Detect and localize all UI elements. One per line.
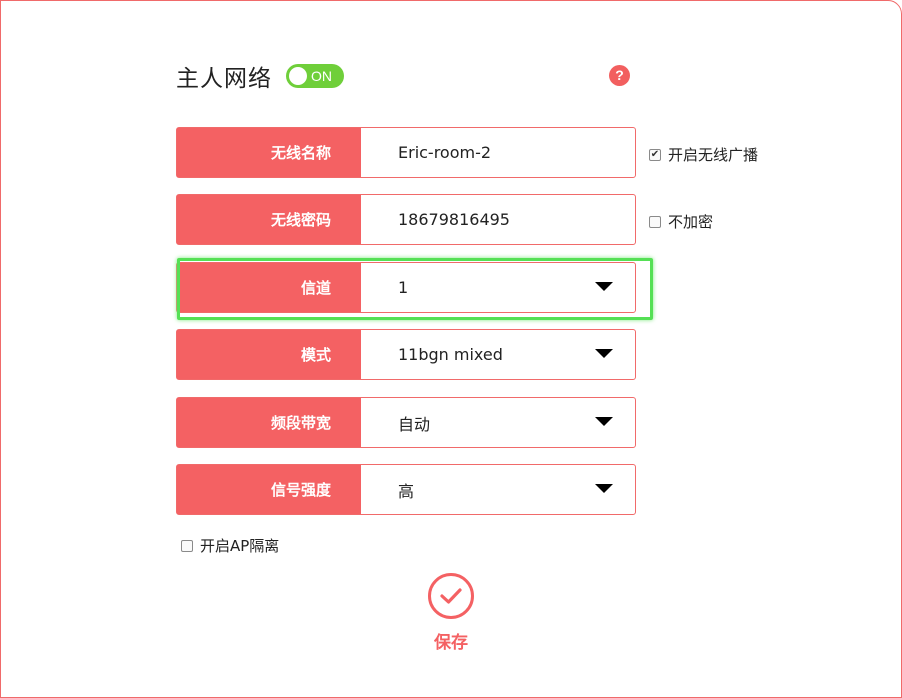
ap-isolation-checkbox[interactable]	[181, 539, 193, 552]
toggle-label: ON	[311, 68, 332, 84]
no-encrypt-checkbox[interactable]	[649, 215, 661, 228]
wireless-settings-panel: 主人网络 ON ? 无线名称 Eric-room-2 开启无线广播 无线密码 1…	[0, 0, 902, 698]
signal-strength-value: 高	[398, 481, 415, 501]
no-encrypt-option[interactable]: 不加密	[649, 211, 713, 232]
mode-select[interactable]: 11bgn mixed	[361, 330, 635, 379]
mode-label: 模式	[177, 330, 361, 379]
ssid-label: 无线名称	[177, 128, 361, 177]
channel-highlight-box	[177, 258, 653, 320]
bandwidth-row: 频段带宽 自动	[176, 397, 636, 448]
caret-down-icon	[595, 417, 613, 426]
page-title: 主人网络	[176, 66, 272, 92]
page-header: 主人网络 ON	[176, 59, 344, 93]
password-label: 无线密码	[177, 195, 361, 244]
broadcast-option[interactable]: 开启无线广播	[649, 144, 758, 165]
bandwidth-value: 自动	[398, 414, 431, 434]
caret-down-icon	[595, 349, 613, 358]
caret-down-icon	[595, 484, 613, 493]
password-input[interactable]: 18679816495	[361, 195, 635, 244]
host-network-toggle[interactable]: ON	[286, 64, 344, 88]
check-circle-icon	[428, 573, 474, 619]
ap-isolation-label: 开启AP隔离	[200, 537, 280, 555]
save-button[interactable]: 保存	[421, 573, 481, 653]
broadcast-checkbox[interactable]	[649, 148, 661, 161]
no-encrypt-label: 不加密	[668, 213, 714, 231]
ssid-input[interactable]: Eric-room-2	[361, 128, 635, 177]
signal-strength-select[interactable]: 高	[361, 465, 635, 514]
signal-strength-row: 信号强度 高	[176, 464, 636, 515]
bandwidth-label: 频段带宽	[177, 398, 361, 447]
password-row: 无线密码 18679816495	[176, 194, 636, 245]
signal-strength-label: 信号强度	[177, 465, 361, 514]
help-icon[interactable]: ?	[609, 65, 630, 86]
mode-value: 11bgn mixed	[398, 345, 503, 364]
ssid-row: 无线名称 Eric-room-2	[176, 127, 636, 178]
save-label: 保存	[434, 633, 468, 653]
bandwidth-select[interactable]: 自动	[361, 398, 635, 447]
ap-isolation-option[interactable]: 开启AP隔离	[181, 535, 279, 556]
toggle-knob	[289, 67, 307, 85]
mode-row: 模式 11bgn mixed	[176, 329, 636, 380]
broadcast-label: 开启无线广播	[668, 146, 759, 164]
